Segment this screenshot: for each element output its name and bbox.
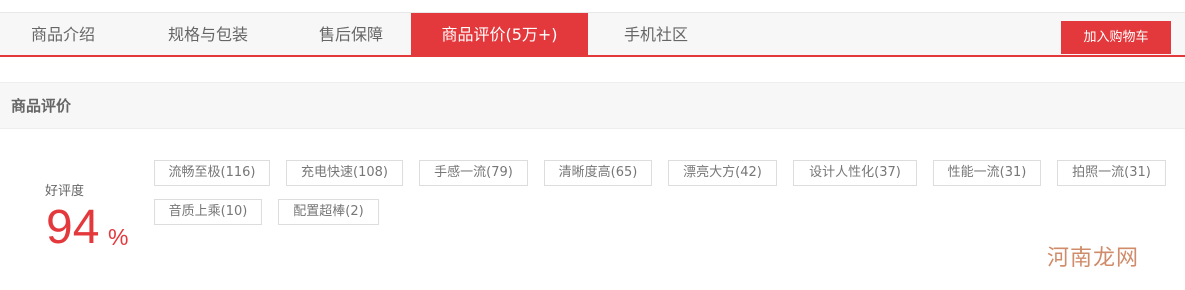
review-tag[interactable]: 音质上乘(10) xyxy=(154,199,262,225)
review-tag[interactable]: 配置超棒(2) xyxy=(278,199,379,225)
positive-rate-unit: % xyxy=(108,224,129,250)
review-tag[interactable]: 充电快速(108) xyxy=(286,160,403,186)
positive-rate-label: 好评度 xyxy=(45,184,85,199)
tab-after-sales[interactable]: 售后保障 xyxy=(290,13,412,56)
review-tag[interactable]: 清晰度高(65) xyxy=(544,160,652,186)
review-tag[interactable]: 漂亮大方(42) xyxy=(668,160,777,186)
review-tag[interactable]: 拍照一流(31) xyxy=(1057,160,1166,186)
watermark: 河南龙网 xyxy=(1047,246,1140,271)
section-header: 商品评价 xyxy=(0,82,1185,129)
review-tag[interactable]: 流畅至极(116) xyxy=(154,160,270,186)
add-to-cart-button[interactable]: 加入购物车 xyxy=(1061,21,1171,54)
tab-phone-community[interactable]: 手机社区 xyxy=(588,13,724,56)
tab-product-reviews[interactable]: 商品评价(5万+) xyxy=(411,13,588,56)
review-tag[interactable]: 性能一流(31) xyxy=(933,160,1041,186)
review-tag[interactable]: 设计人性化(37) xyxy=(793,160,917,186)
tab-bar: 商品介绍 规格与包装 售后保障 商品评价(5万+) 手机社区 加入购物车 xyxy=(0,12,1185,57)
tab-product-intro[interactable]: 商品介绍 xyxy=(0,13,126,56)
review-tag[interactable]: 手感一流(79) xyxy=(419,160,528,186)
positive-rate-value: 94 xyxy=(46,201,100,254)
tab-specs-packaging[interactable]: 规格与包装 xyxy=(126,13,290,56)
section-title: 商品评价 xyxy=(11,97,72,115)
